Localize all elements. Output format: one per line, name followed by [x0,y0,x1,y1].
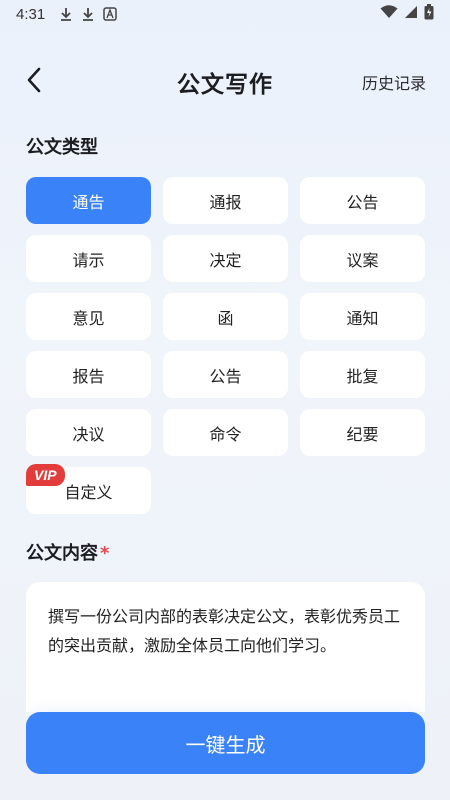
type-chip-label: 意见 [72,308,105,328]
type-chip-label: 请示 [72,250,105,270]
type-section-title: 公文类型 [26,137,98,158]
type-chip-label: 通知 [346,308,379,328]
signal-icon [404,5,418,23]
type-chip-yian[interactable]: 议案 [300,235,425,282]
type-chip-jiyao[interactable]: 纪要 [300,409,425,456]
back-button[interactable] [18,66,50,98]
download-icon [79,5,97,23]
app-icon [101,5,119,23]
type-grid: 通告 通报 公告 请示 决定 议案 意见 函 通知 报告 公告 批复 决议 命令… [26,177,425,514]
type-chip-label: 报告 [72,366,105,386]
type-chip-custom[interactable]: VIP 自定义 [26,464,151,514]
chevron-left-icon [25,67,43,97]
type-chip-tongzhi[interactable]: 通知 [300,293,425,340]
type-chip-label: 决议 [72,424,105,444]
download-icon [57,5,75,23]
type-chip-label: 批复 [346,366,379,386]
type-chip-gonggao-2[interactable]: 公告 [163,351,288,398]
type-chip-label: 公告 [346,192,379,212]
type-chip-label: 公告 [209,366,242,386]
history-link[interactable]: 历史记录 [362,70,426,94]
type-chip-jueyi[interactable]: 决议 [26,409,151,456]
generate-button-label: 一键生成 [185,732,266,757]
content-text: 撰写一份公司内部的表彰决定公文，表彰优秀员工的突出贡献，激励全体员工向他们学习。 [48,607,401,655]
type-chip-tongbao[interactable]: 通报 [163,177,288,224]
page-title: 公文写作 [177,72,273,98]
header: 公文写作 历史记录 [0,56,450,108]
type-chip-pifu[interactable]: 批复 [300,351,425,398]
content-textarea[interactable]: 撰写一份公司内部的表彰决定公文，表彰优秀员工的突出贡献，激励全体员工向他们学习。 [26,582,425,712]
status-time: 4:31 [16,5,46,23]
type-chip-label: 通报 [209,192,242,212]
vip-badge: VIP [26,464,65,486]
generate-button[interactable]: 一键生成 [26,712,425,774]
type-chip-tonggao[interactable]: 通告 [26,177,151,224]
content-section-label: 公文内容 [26,543,98,564]
battery-icon [424,4,434,24]
required-mark: * [100,543,110,564]
type-chip-han[interactable]: 函 [163,293,288,340]
type-chip-label: 纪要 [346,424,379,444]
type-chip-mingling[interactable]: 命令 [163,409,288,456]
type-chip-yijian[interactable]: 意见 [26,293,151,340]
type-chip-baogao[interactable]: 报告 [26,351,151,398]
type-chip-label: 函 [217,308,234,328]
status-icons-right [380,4,434,24]
type-chip-jueding[interactable]: 决定 [163,235,288,282]
status-bar: 4:31 [0,0,450,28]
type-chip-qingshi[interactable]: 请示 [26,235,151,282]
type-chip-label: 自定义 [64,482,113,502]
type-chip-label: 通告 [72,192,105,212]
type-chip-label: 议案 [346,250,379,270]
content-section-title: 公文内容 * [26,539,109,565]
type-chip-label: 命令 [209,424,242,444]
wifi-icon [380,5,398,23]
type-chip-gonggao[interactable]: 公告 [300,177,425,224]
type-chip-label: 决定 [209,250,242,270]
